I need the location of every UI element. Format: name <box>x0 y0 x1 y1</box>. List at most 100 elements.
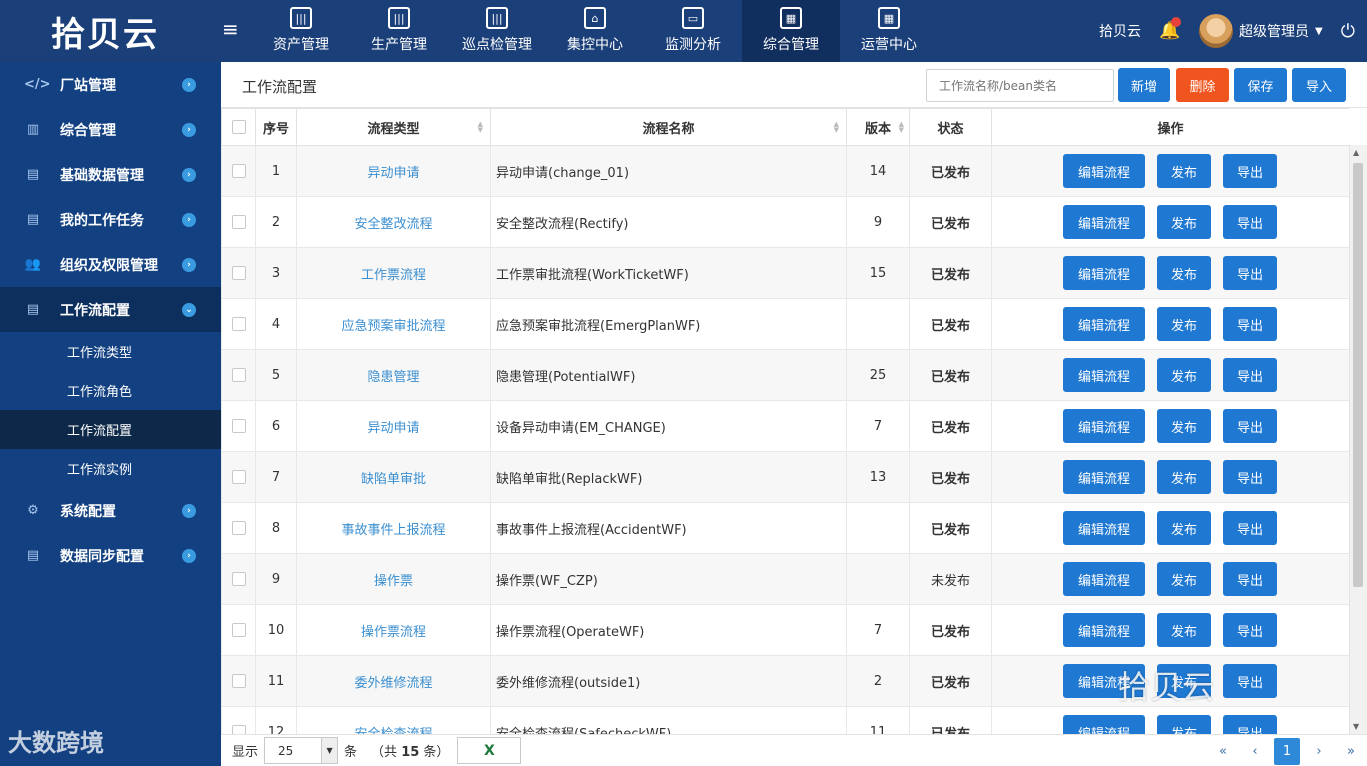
edit-workflow-button[interactable]: 编辑流程 <box>1063 460 1145 494</box>
nav-item-inspection[interactable]: ||| 巡点检管理 <box>448 0 546 62</box>
publish-button[interactable]: 发布 <box>1157 562 1211 596</box>
first-page-button[interactable]: « <box>1207 738 1239 765</box>
sort-icon[interactable]: ▲ ▼ <box>478 121 483 134</box>
sidebar-subitem-workflow-role[interactable]: 工作流角色 <box>0 371 221 410</box>
row-type-link[interactable]: 缺陷单审批 <box>296 451 491 503</box>
table-row[interactable]: 4 应急预案审批流程 应急预案审批流程(EmergPlanWF) 已发布 编辑流程 发布导… <box>221 298 1349 350</box>
row-checkbox[interactable] <box>231 674 246 688</box>
row-checkbox[interactable] <box>231 266 246 280</box>
export-button[interactable]: 导出 <box>1223 256 1277 290</box>
publish-button[interactable]: 发布 <box>1157 358 1211 392</box>
menu-toggle-icon[interactable]: ≡ <box>222 18 244 40</box>
sidebar-item-workflow-config[interactable]: ▤ 工作流配置 ⌄ <box>0 287 221 332</box>
row-checkbox[interactable] <box>231 368 246 382</box>
table-row[interactable]: 3 工作票流程 工作票审批流程(WorkTicketWF) 15 已发布 编辑流程 发布 导出 <box>221 247 1349 299</box>
row-checkbox[interactable] <box>231 521 246 535</box>
import-button[interactable]: 导入 <box>1292 68 1346 102</box>
row-type-link[interactable]: 工作票流程 <box>296 247 491 299</box>
search-input[interactable] <box>926 69 1114 102</box>
nav-item-comprehensive[interactable]: ▦ 综合管理 <box>742 0 840 62</box>
edit-workflow-button[interactable]: 编辑流程 <box>1063 613 1145 647</box>
scrollbar-thumb[interactable] <box>1353 163 1363 587</box>
publish-button[interactable]: 发布 <box>1157 715 1211 734</box>
table-row[interactable]: 7 缺陷单审批 缺陷单审批(ReplackWF) 13 已发布 编辑流程 发布 导出 <box>221 451 1349 503</box>
export-button[interactable]: 导出 <box>1223 358 1277 392</box>
row-type-link[interactable]: 安全整改流程 <box>296 196 491 248</box>
export-button[interactable]: 导出 <box>1223 154 1277 188</box>
table-row[interactable]: 2 安全整改流程 安全整改流程(Rectify) 9 已发布 编辑流程 发布 导出 <box>221 196 1349 248</box>
publish-button[interactable]: 发布 <box>1157 613 1211 647</box>
publish-button[interactable]: 发布 <box>1157 511 1211 545</box>
row-checkbox[interactable] <box>231 725 246 734</box>
sidebar-item-org-permissions[interactable]: 👥 组织及权限管理 › <box>0 242 221 287</box>
row-type-link[interactable]: 异动申请 <box>296 145 491 197</box>
header-version[interactable]: 版本 ▲ ▼ <box>846 108 910 146</box>
sidebar-item-data-sync[interactable]: ▤ 数据同步配置 › <box>0 533 221 578</box>
row-type-link[interactable]: 隐患管理 <box>296 349 491 401</box>
last-page-button[interactable]: » <box>1335 738 1367 765</box>
row-checkbox[interactable] <box>231 419 246 433</box>
power-icon[interactable]: ⏻ <box>1341 21 1355 42</box>
sort-icon[interactable]: ▲ ▼ <box>834 121 839 134</box>
table-row[interactable]: 12 安全检查流程 安全检查流程(SafecheckWF) 11 已发布 编辑流程 发布 导出 <box>221 706 1349 734</box>
sidebar-subitem-workflow-type[interactable]: 工作流类型 <box>0 332 221 371</box>
nav-item-assets[interactable]: ||| 资产管理 <box>252 0 350 62</box>
export-button[interactable]: 导出 <box>1223 562 1277 596</box>
table-row[interactable]: 1 异动申请 异动申请(change_01) 14 已发布 编辑流程 发布 导出 <box>221 145 1349 197</box>
header-name[interactable]: 流程名称 ▲ ▼ <box>490 108 847 146</box>
export-button[interactable]: 导出 <box>1223 409 1277 443</box>
avatar[interactable] <box>1199 14 1234 48</box>
save-button[interactable]: 保存 <box>1234 68 1287 102</box>
table-row[interactable]: 9 操作票 操作票(WF_CZP) 未发布 编辑流程 发布 导出 <box>221 553 1349 605</box>
publish-button[interactable]: 发布 <box>1157 205 1211 239</box>
table-row[interactable]: 6 异动申请 设备异动申请(EM_CHANGE) 7 已发布 编辑流程 发布 导出 <box>221 400 1349 452</box>
row-checkbox[interactable] <box>231 623 246 637</box>
export-button[interactable]: 导出 <box>1223 715 1277 734</box>
row-type-link[interactable]: 异动申请 <box>296 400 491 452</box>
nav-item-operations[interactable]: ▦ 运营中心 <box>840 0 938 62</box>
export-button[interactable]: 导出 <box>1223 664 1277 698</box>
edit-workflow-button[interactable]: 编辑流程 <box>1063 511 1145 545</box>
row-checkbox[interactable] <box>231 317 246 331</box>
row-type-link[interactable]: 操作票流程 <box>296 604 491 656</box>
scroll-down-icon[interactable]: ▼ <box>1353 722 1359 731</box>
row-type-link[interactable]: 事故事件上报流程 <box>296 502 491 554</box>
row-checkbox[interactable] <box>231 572 246 586</box>
nav-item-control-center[interactable]: ⌂ 集控中心 <box>546 0 644 62</box>
sort-icon[interactable]: ▲ ▼ <box>899 121 904 134</box>
header-type[interactable]: 流程类型 ▲ ▼ <box>296 108 491 146</box>
table-row[interactable]: 5 隐患管理 隐患管理(PotentialWF) 25 已发布 编辑流程 发布 导出 <box>221 349 1349 401</box>
edit-workflow-button[interactable]: 编辑流程 <box>1063 205 1145 239</box>
sidebar-item-station[interactable]: </> 厂站管理 › <box>0 62 221 107</box>
sidebar-item-system-config[interactable]: ⚙ 系统配置 › <box>0 488 221 533</box>
export-button[interactable]: 导出 <box>1223 205 1277 239</box>
edit-workflow-button[interactable]: 编辑流程 <box>1063 715 1145 734</box>
page-button-current[interactable]: 1 <box>1274 738 1300 765</box>
edit-workflow-button[interactable]: 编辑流程 <box>1063 358 1145 392</box>
table-row[interactable]: 10 操作票流程 操作票流程(OperateWF) 7 已发布 编辑流程 发布 导出 <box>221 604 1349 656</box>
publish-button[interactable]: 发布 <box>1157 154 1211 188</box>
excel-export-button[interactable]: X <box>457 737 522 764</box>
bell-icon[interactable]: 🔔 <box>1159 17 1182 41</box>
next-page-button[interactable]: › <box>1303 738 1335 765</box>
prev-page-button[interactable]: ‹ <box>1239 738 1271 765</box>
add-button[interactable]: 新增 <box>1118 68 1170 102</box>
sidebar-subitem-workflow-config[interactable]: 工作流配置 <box>0 410 221 449</box>
row-type-link[interactable]: 委外维修流程 <box>296 655 491 707</box>
publish-button[interactable]: 发布 <box>1157 256 1211 290</box>
table-scrollbar[interactable]: ▲ ▼ <box>1349 145 1367 734</box>
edit-workflow-button[interactable]: 编辑流程 <box>1063 562 1145 596</box>
row-type-link[interactable]: 安全检查流程 <box>296 706 491 734</box>
edit-workflow-button[interactable]: 编辑流程 <box>1063 307 1145 341</box>
nav-item-production[interactable]: ||| 生产管理 <box>350 0 448 62</box>
publish-button[interactable]: 发布 <box>1157 460 1211 494</box>
export-button[interactable]: 导出 <box>1223 460 1277 494</box>
row-type-link[interactable]: 应急预案审批流程 <box>296 298 491 350</box>
row-checkbox[interactable] <box>231 164 246 178</box>
export-button[interactable]: 导出 <box>1223 511 1277 545</box>
table-row[interactable]: 8 事故事件上报流程 事故事件上报流程(AccidentWF) 已发布 编辑流程 发布 导出 <box>221 502 1349 554</box>
user-name[interactable]: 超级管理员 <box>1239 21 1309 41</box>
sidebar-item-comprehensive[interactable]: ▥ 综合管理 › <box>0 107 221 152</box>
row-type-link[interactable]: 操作票 <box>296 553 491 605</box>
export-button[interactable]: 导出 <box>1223 613 1277 647</box>
